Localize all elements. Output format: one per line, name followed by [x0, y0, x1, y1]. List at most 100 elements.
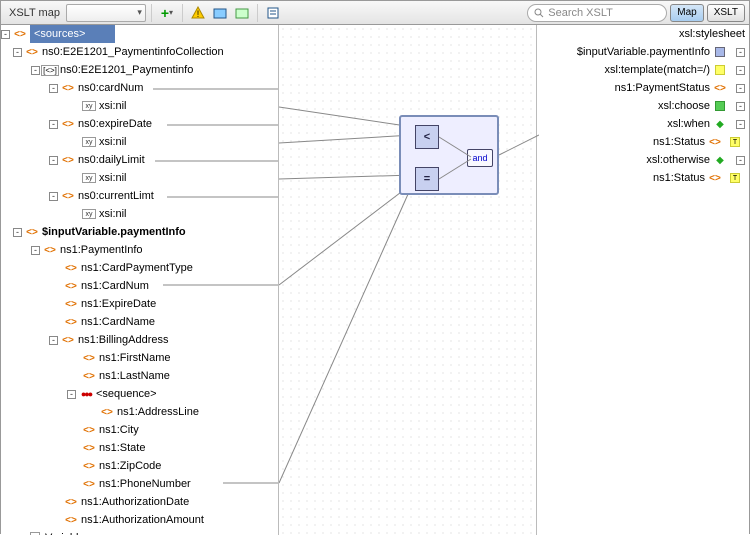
tree-node[interactable]: -<>$inputVariable.paymentInfo [1, 223, 278, 241]
tree-node[interactable]: xsl:when◆- [537, 115, 749, 133]
tree-node[interactable]: <>ns1:FirstName [1, 349, 278, 367]
expand-toggle[interactable]: - [736, 120, 745, 129]
tree-node[interactable]: -<>ns1:BillingAddress [1, 331, 278, 349]
tree-node[interactable]: xyxsi:nil [1, 205, 278, 223]
tree-node[interactable]: <>ns1:State [1, 439, 278, 457]
map-dropdown[interactable]: ▾ [66, 4, 146, 22]
tree-node[interactable]: -<>ns0:cardNum [1, 79, 278, 97]
node-icon: xy [82, 101, 96, 111]
node-label: xsl:otherwise [646, 154, 710, 166]
equals-operator[interactable]: = [415, 167, 439, 191]
expand-toggle[interactable]: - [736, 48, 745, 57]
text-icon: T [728, 135, 742, 149]
node-icon: ◆ [713, 153, 727, 167]
refresh-icon[interactable] [232, 3, 252, 23]
mapping-canvas[interactable]: < = and [279, 25, 537, 535]
expand-toggle[interactable]: - [49, 192, 58, 201]
node-icon: <> [82, 441, 96, 455]
expand-toggle[interactable]: - [49, 120, 58, 129]
expand-toggle[interactable]: - [736, 84, 745, 93]
node-icon [713, 63, 727, 77]
tab-xslt[interactable]: XSLT [707, 4, 745, 22]
node-label: ns1:Status [653, 172, 705, 184]
tree-node[interactable]: <>ns1:PhoneNumber [1, 475, 278, 493]
expand-toggle[interactable]: - [49, 156, 58, 165]
target-tree[interactable]: xsl:stylesheet$inputVariable.paymentInfo… [537, 25, 749, 535]
toolbar-title: XSLT map [5, 7, 64, 19]
tree-node[interactable]: -[<>]ns0:E2E1201_Paymentinfo [1, 61, 278, 79]
tree-node[interactable]: -<>ns0:E2E1201_PaymentinfoCollection [1, 43, 278, 61]
expression-box[interactable]: < = and [399, 115, 499, 195]
expand-toggle[interactable]: - [736, 66, 745, 75]
tree-node[interactable]: <>ns1:ExpireDate [1, 295, 278, 313]
node-icon: <> [64, 315, 78, 329]
tree-node[interactable]: xyxsi:nil [1, 97, 278, 115]
tree-node[interactable]: xsl:stylesheet [537, 25, 749, 43]
tree-node[interactable]: Variables [1, 529, 278, 535]
tree-node[interactable]: xsl:otherwise◆- [537, 151, 749, 169]
tree-node[interactable]: <>ns1:ZipCode [1, 457, 278, 475]
node-label: ns0:E2E1201_Paymentinfo [60, 64, 193, 76]
node-label: xsl:choose [658, 100, 710, 112]
text-icon: T [728, 171, 742, 185]
node-icon: <> [61, 189, 75, 203]
tree-node[interactable]: <>ns1:CardName [1, 313, 278, 331]
node-icon: <> [713, 81, 727, 95]
node-icon: <> [61, 333, 75, 347]
test-icon[interactable] [210, 3, 230, 23]
source-tree[interactable]: - <> <sources> -<>ns0:E2E1201_Paymentinf… [1, 25, 279, 535]
tree-node[interactable]: <>ns1:LastName [1, 367, 278, 385]
tab-map[interactable]: Map [670, 4, 703, 22]
node-icon: <> [61, 81, 75, 95]
tree-node[interactable]: <>ns1:City [1, 421, 278, 439]
node-label: $inputVariable.paymentInfo [42, 226, 186, 238]
node-label: ns1:ExpireDate [81, 298, 156, 310]
tree-node[interactable]: <>ns1:CardPaymentType [1, 259, 278, 277]
node-icon: <> [708, 171, 722, 185]
tree-node[interactable]: <>ns1:AuthorizationDate [1, 493, 278, 511]
tree-node[interactable]: ns1:Status<>T [537, 133, 749, 151]
tree-node[interactable]: -●●●<sequence> [1, 385, 278, 403]
tree-node[interactable]: ns1:Status<> T [537, 169, 749, 187]
validate-icon[interactable]: ! [188, 3, 208, 23]
node-icon: xy [82, 137, 96, 147]
node-label: xsi:nil [99, 172, 127, 184]
expand-toggle[interactable]: - [13, 48, 22, 57]
tree-node[interactable]: $inputVariable.paymentInfo- [537, 43, 749, 61]
tree-node[interactable]: <>ns1:CardNum [1, 277, 278, 295]
expand-toggle[interactable]: - [13, 228, 22, 237]
expand-toggle[interactable]: - [67, 390, 76, 399]
node-icon: <> [64, 279, 78, 293]
tree-node[interactable]: -<>ns0:expireDate [1, 115, 278, 133]
tree-node[interactable]: <>ns1:AddressLine [1, 403, 278, 421]
node-icon: <> [64, 495, 78, 509]
tree-node[interactable]: -<>ns1:PaymentInfo [1, 241, 278, 259]
tree-node[interactable]: xsl:choose - [537, 97, 749, 115]
and-operator[interactable]: and [467, 149, 493, 167]
tree-node[interactable]: -<>ns0:dailyLimit [1, 151, 278, 169]
tree-node[interactable]: <>ns1:AuthorizationAmount [1, 511, 278, 529]
node-label: ns1:BillingAddress [78, 334, 169, 346]
node-icon: <> [82, 351, 96, 365]
tree-node[interactable]: xyxsi:nil [1, 133, 278, 151]
node-icon: <> [61, 153, 75, 167]
node-label: ns0:cardNum [78, 82, 143, 94]
node-label: ns1:CardNum [81, 280, 149, 292]
tree-node[interactable]: ns1:PaymentStatus<>- [537, 79, 749, 97]
expand-toggle[interactable]: - [31, 66, 40, 75]
search-input[interactable]: Search XSLT [527, 4, 667, 22]
node-label: ns1:AddressLine [117, 406, 199, 418]
expand-toggle[interactable]: - [736, 102, 745, 111]
options-icon[interactable] [263, 3, 283, 23]
tree-node[interactable]: -<>ns0:currentLimt [1, 187, 278, 205]
expand-toggle[interactable]: - [49, 84, 58, 93]
tree-node[interactable]: xyxsi:nil [1, 169, 278, 187]
tree-node[interactable]: xsl:template(match=/)- [537, 61, 749, 79]
collapse-toggle[interactable]: - [1, 30, 10, 39]
expand-toggle[interactable]: - [49, 336, 58, 345]
node-label: xsi:nil [99, 136, 127, 148]
expand-toggle[interactable]: - [31, 246, 40, 255]
less-than-operator[interactable]: < [415, 125, 439, 149]
expand-toggle[interactable]: - [736, 156, 745, 165]
add-button[interactable]: +▾ [157, 3, 177, 23]
